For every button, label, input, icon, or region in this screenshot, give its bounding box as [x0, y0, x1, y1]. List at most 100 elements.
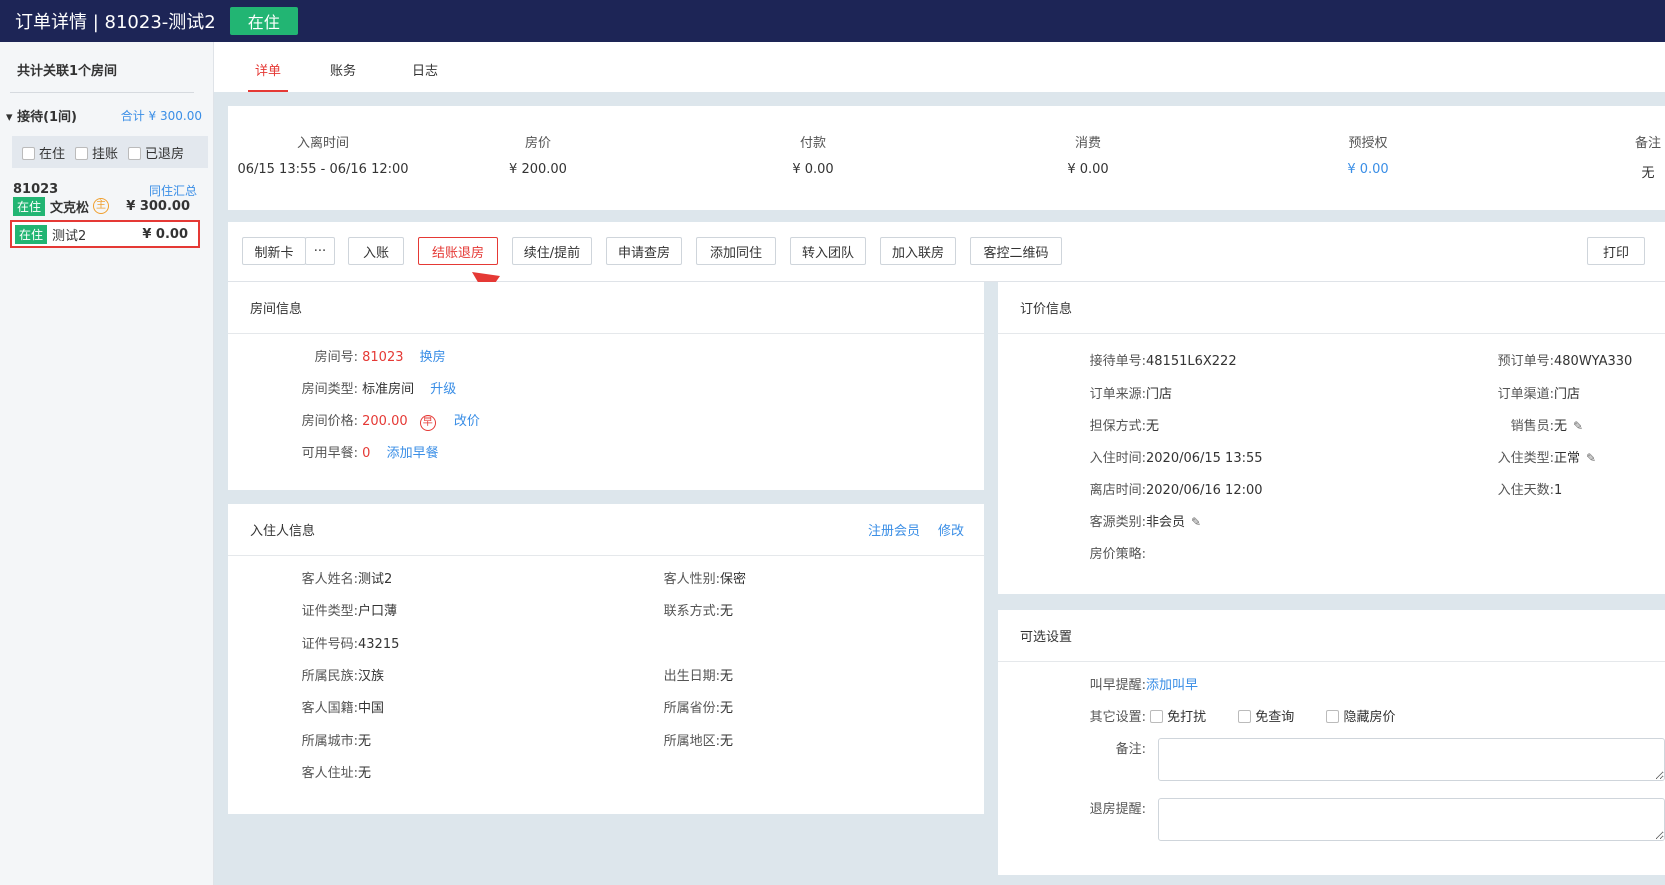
- birth-row: 出生日期:无: [640, 665, 733, 684]
- guest-name: 测试2: [52, 228, 87, 244]
- field-label: 可用早餐:: [301, 446, 358, 461]
- guarantee-row: 担保方式:无: [1048, 415, 1159, 434]
- note-label-row: 备注:: [1048, 738, 1146, 757]
- checkbox-icon[interactable]: [1238, 710, 1252, 723]
- tab-accounts[interactable]: 账务: [330, 60, 356, 92]
- qr-code-button[interactable]: 客控二维码: [970, 237, 1062, 265]
- field-value: 无: [720, 734, 734, 749]
- summary-value: 无: [1641, 166, 1655, 181]
- checkin-row: 入住时间:2020/06/15 13:55: [1048, 447, 1263, 466]
- ethnic-row: 所属民族:汉族: [278, 665, 384, 684]
- checkout-remind-label-row: 退房提醒:: [1048, 798, 1146, 817]
- checkbox-icon[interactable]: [1150, 710, 1164, 723]
- summary-label: 备注: [1634, 136, 1661, 151]
- field-label: 退房提醒:: [1089, 802, 1146, 817]
- policy-row: 房价策略:: [1048, 543, 1146, 562]
- join-linked-button[interactable]: 加入联房: [880, 237, 956, 265]
- field-label: 证件号码:: [301, 637, 358, 652]
- field-label: 订单渠道:: [1497, 387, 1554, 402]
- checkbox-icon[interactable]: [22, 146, 35, 160]
- tab-log[interactable]: 日志: [412, 60, 438, 92]
- hide-price-checkbox[interactable]: 隐藏房价: [1326, 710, 1395, 725]
- order-summary: 入离时间 06/15 13:55 - 06/16 12:00 房价 ¥ 200.…: [228, 106, 1665, 210]
- request-inspection-button[interactable]: 申请查房: [606, 237, 682, 265]
- change-price-link[interactable]: 改价: [454, 414, 480, 429]
- checkout-button[interactable]: 结账退房: [418, 237, 498, 265]
- guest-item-main[interactable]: 在住 文克松 主 ¥ 300.00: [10, 192, 200, 220]
- province-row: 所属省份:无: [640, 697, 733, 716]
- register-member-link[interactable]: 注册会员: [868, 520, 920, 539]
- contact-row: 联系方式:无: [640, 600, 733, 619]
- add-wake-call-link[interactable]: 添加叫早: [1146, 678, 1198, 693]
- source-row: 订单来源:门店: [1048, 383, 1172, 402]
- add-breakfast-link[interactable]: 添加早餐: [387, 446, 439, 461]
- checkout-remind-textarea[interactable]: [1158, 798, 1665, 841]
- breakfast-icon: 早: [419, 415, 436, 431]
- sales-row: 销售员:无 ✎: [1458, 415, 1585, 434]
- change-room-link[interactable]: 换房: [420, 350, 446, 365]
- tab-bar: 详单 账务 日志: [214, 42, 1665, 92]
- more-button[interactable]: ···: [305, 237, 335, 265]
- field-label: 所属城市:: [301, 734, 358, 749]
- edit-guest-link[interactable]: 修改: [938, 520, 964, 539]
- district-row: 所属地区:无: [640, 730, 733, 749]
- field-label: 离店时间:: [1089, 483, 1146, 498]
- field-label: 担保方式:: [1089, 419, 1146, 434]
- guest-item-selected[interactable]: 在住 测试2 ¥ 0.00: [10, 220, 200, 248]
- status-badge: 在住: [13, 196, 46, 216]
- field-value: 正常: [1554, 451, 1581, 466]
- field-label: 备注:: [1115, 742, 1146, 757]
- post-button[interactable]: 入账: [348, 237, 404, 265]
- tab-detail[interactable]: 详单: [248, 60, 288, 92]
- edit-pencil-icon[interactable]: ✎: [1191, 515, 1203, 529]
- guest-amount: ¥ 0.00: [142, 226, 188, 242]
- checkbox-icon[interactable]: [1326, 710, 1340, 723]
- field-label: 联系方式:: [663, 604, 720, 619]
- stay-type-row: 入住类型:正常 ✎: [1458, 447, 1598, 466]
- edit-pencil-icon[interactable]: ✎: [1573, 419, 1585, 433]
- card-title: 订价信息: [998, 282, 1665, 334]
- field-value: 无: [358, 766, 372, 781]
- add-cohabitant-button[interactable]: 添加同住: [696, 237, 776, 265]
- transfer-group-button[interactable]: 转入团队: [790, 237, 866, 265]
- filter-onaccount[interactable]: 挂账: [75, 143, 118, 162]
- field-label: 证件类型:: [301, 604, 358, 619]
- upgrade-link[interactable]: 升级: [430, 382, 456, 397]
- no-inquiry-checkbox[interactable]: 免查询: [1238, 710, 1294, 725]
- field-label: 所属地区:: [663, 734, 720, 749]
- wake-call-row: 叫早提醒:添加叫早: [1048, 674, 1198, 693]
- group-header[interactable]: ▾ 接待(1间) 合计 ¥ 300.00: [6, 106, 202, 125]
- summary-value: 06/15 13:55 - 06/16 12:00: [237, 162, 409, 177]
- checkbox-icon[interactable]: [75, 146, 89, 160]
- guest-info-card: 入住人信息 注册会员 修改 客人姓名:测试2 客人性别:保密 证件类型:户口薄 …: [228, 504, 984, 814]
- dnd-checkbox[interactable]: 免打扰: [1150, 710, 1206, 725]
- filter-checkin[interactable]: 在住: [22, 143, 65, 162]
- field-label: 房间类型:: [301, 382, 358, 397]
- extend-stay-button[interactable]: 续住/提前: [512, 237, 592, 265]
- other-settings-row: 其它设置: 免打扰 免查询 隐藏房价: [1048, 706, 1395, 725]
- group-name[interactable]: ▾ 接待(1间): [6, 106, 77, 125]
- field-label: 房价策略:: [1089, 547, 1146, 562]
- status-badge: 在住: [15, 224, 48, 244]
- field-label: 客人姓名:: [301, 572, 358, 587]
- checkbox-icon[interactable]: [128, 146, 142, 160]
- field-label: 客人国籍:: [301, 701, 358, 716]
- guest-name-row: 客人姓名:测试2: [278, 568, 393, 587]
- field-value: 测试2: [358, 572, 393, 587]
- field-label: 房间号:: [314, 350, 358, 365]
- field-label: 销售员:: [1510, 419, 1554, 434]
- summary-label: 房价: [524, 136, 551, 151]
- summary-label: 预授权: [1348, 136, 1388, 151]
- field-value: 1: [1554, 483, 1563, 498]
- note-textarea[interactable]: [1158, 738, 1665, 781]
- print-button[interactable]: 打印: [1587, 237, 1645, 265]
- summary-value[interactable]: ¥ 0.00: [1298, 162, 1438, 177]
- host-icon: 主: [93, 198, 110, 214]
- nationality-row: 客人国籍:中国: [278, 697, 384, 716]
- field-value: 门店: [1554, 387, 1581, 402]
- filter-checkedout[interactable]: 已退房: [128, 143, 184, 162]
- field-label: 接待单号:: [1089, 354, 1146, 369]
- make-card-button[interactable]: 制新卡: [242, 237, 306, 265]
- field-value: 保密: [720, 572, 747, 587]
- edit-pencil-icon[interactable]: ✎: [1586, 451, 1598, 465]
